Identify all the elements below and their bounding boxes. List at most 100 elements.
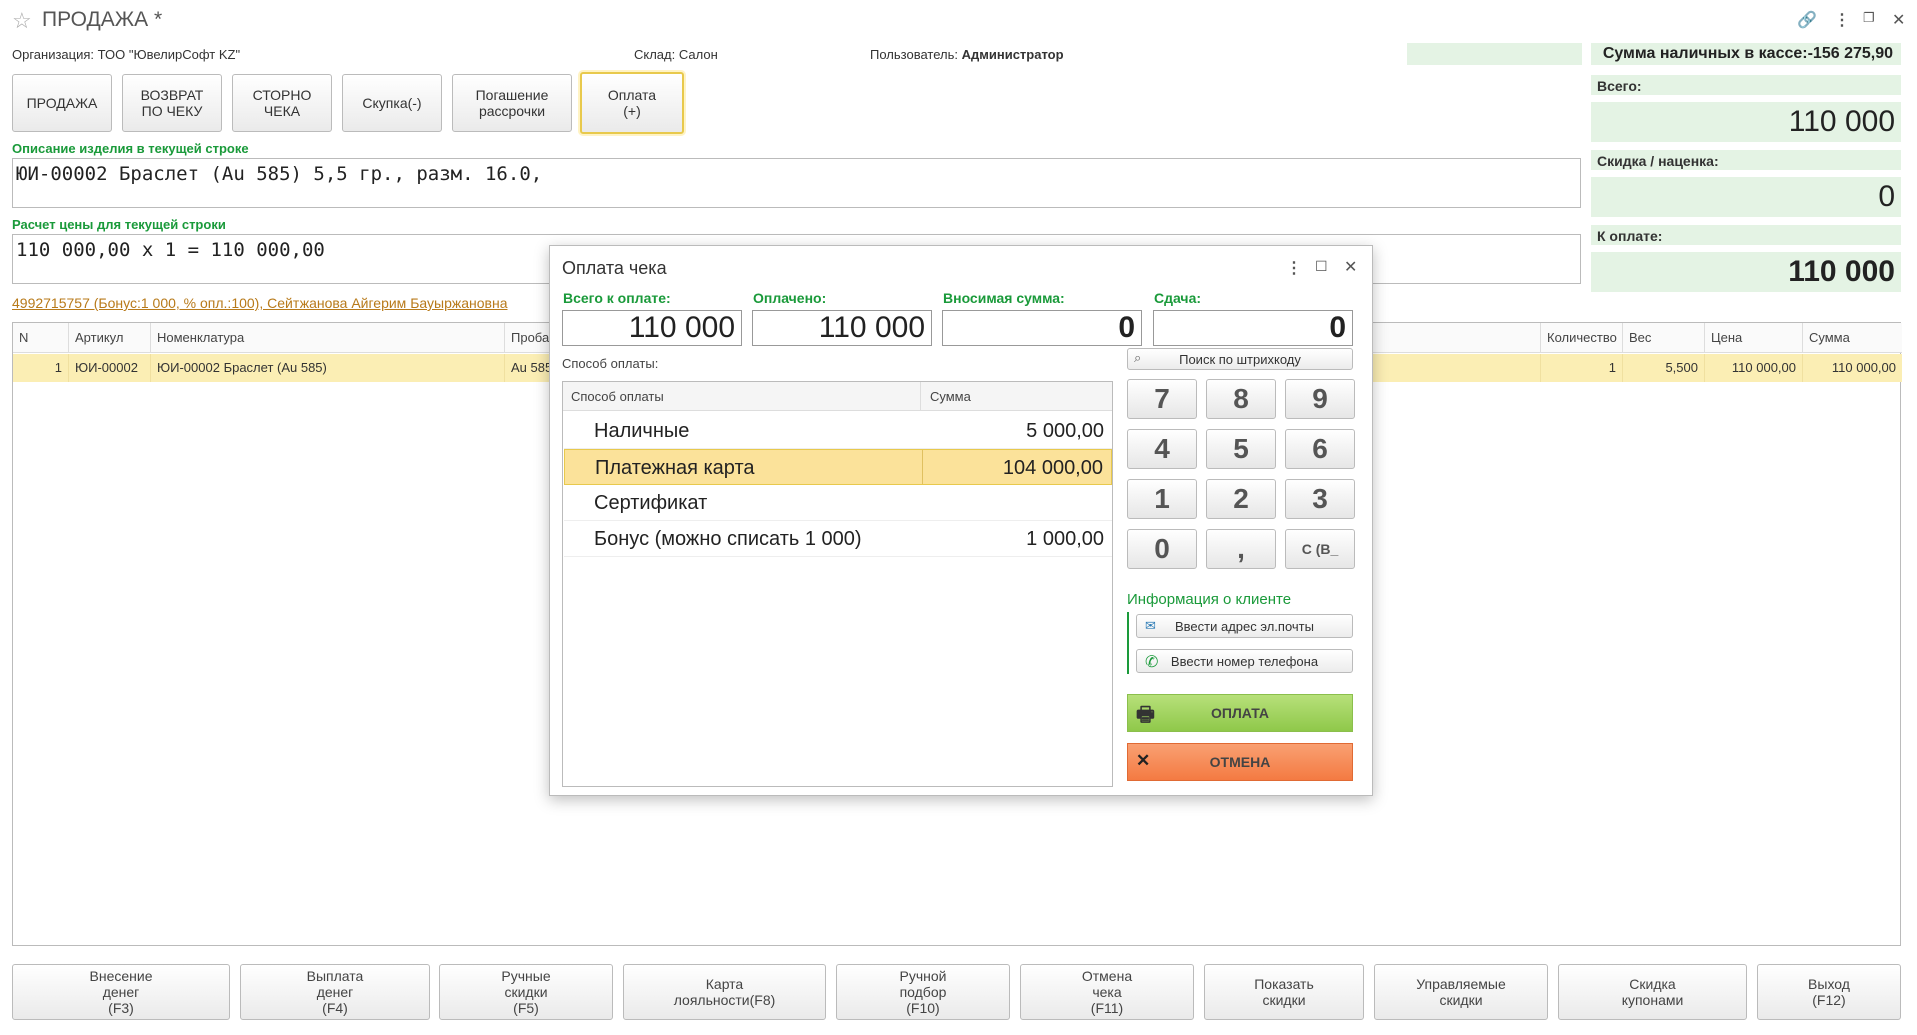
manual-selection-button[interactable]: Ручной подбор (F10) [836, 964, 1010, 1020]
window-title: ПРОДАЖА * [42, 8, 163, 31]
cash-in-register-panel: Сумма наличных в кассе:-156 275,90 [1591, 43, 1901, 65]
dialog-maximize-icon[interactable]: ☐ [1315, 258, 1328, 275]
payment-sum: 5 000,00 [1026, 420, 1104, 442]
cash-register-icon: 🖶 [1136, 704, 1155, 726]
column-header-probe[interactable]: Проба [505, 323, 553, 353]
installment-repayment-button[interactable]: Погашение рассрочки [452, 74, 572, 132]
link-icon[interactable]: 🔗 [1797, 10, 1817, 30]
description-label: Описание изделия в текущей строке [12, 141, 249, 156]
pay-label: ОПЛАТА [1211, 705, 1269, 721]
user-value: Администратор [961, 47, 1064, 62]
sale-button[interactable]: ПРОДАЖА [12, 74, 112, 132]
dialog-more-icon[interactable]: ⋮ [1286, 258, 1302, 278]
key-5[interactable]: 5 [1206, 429, 1276, 469]
column-header-nomenclature[interactable]: Номенклатура [151, 323, 505, 353]
phone-icon: ✆ [1145, 654, 1159, 671]
payment-row-card[interactable]: Платежная карта 104 000,00 [564, 449, 1112, 485]
payment-method-label: Способ оплаты: [562, 356, 659, 371]
discount-value: 0 [1591, 177, 1901, 217]
cash-out-button[interactable]: Выплата денег (F4) [240, 964, 430, 1020]
column-header-sum[interactable]: Сумма [930, 389, 971, 404]
total-to-pay-label: Всего к оплате: [563, 290, 671, 306]
table-cell-article[interactable]: ЮИ-00002 [69, 354, 151, 382]
organization-info: Организация: ТОО "ЮвелирСофт KZ" [12, 47, 241, 62]
table-cell-probe[interactable]: Au 585 [505, 354, 553, 382]
payment-sum: 104 000,00 [1002, 457, 1103, 479]
cancel-button[interactable]: ✕ ОТМЕНА [1127, 743, 1353, 781]
column-header-sum[interactable]: Сумма [1803, 323, 1902, 353]
restore-icon[interactable]: ❐ [1863, 10, 1875, 26]
buyback-button[interactable]: Скупка(-) [342, 74, 442, 132]
input-sum-field[interactable]: 0 [942, 310, 1142, 346]
cash-in-button[interactable]: Внесение денег (F3) [12, 964, 230, 1020]
exit-button[interactable]: Выход (F12) [1757, 964, 1901, 1020]
column-header-method[interactable]: Способ оплаты [571, 389, 664, 404]
table-cell-nomenclature[interactable]: ЮИ-00002 Браслет (Au 585) [151, 354, 505, 382]
description-field[interactable]: ЮИ-00002 Браслет (Au 585) 5,5 гр., разм.… [12, 158, 1581, 208]
table-cell-weight[interactable]: 5,500 [1623, 354, 1705, 382]
payment-dialog: Оплата чека ⋮ ☐ ✕ Всего к оплате: Оплаче… [549, 245, 1373, 796]
topay-label: К оплате: [1597, 228, 1663, 244]
row-divider [922, 450, 923, 484]
column-header-n[interactable]: N [13, 323, 69, 353]
key-comma[interactable]: , [1206, 529, 1276, 569]
table-cell-n[interactable]: 1 [13, 354, 69, 382]
key-1[interactable]: 1 [1127, 479, 1197, 519]
favorite-star-icon[interactable]: ☆ [12, 8, 32, 34]
key-4[interactable]: 4 [1127, 429, 1197, 469]
key-8[interactable]: 8 [1206, 379, 1276, 419]
key-2[interactable]: 2 [1206, 479, 1276, 519]
paid-field: 110 000 [752, 310, 932, 346]
return-by-receipt-button[interactable]: ВОЗВРАТ ПО ЧЕКУ [122, 74, 222, 132]
payment-name: Бонус (можно списать 1 000) [594, 528, 862, 550]
payment-row-bonus[interactable]: Бонус (можно списать 1 000) 1 000,00 [564, 521, 1112, 557]
key-9[interactable]: 9 [1285, 379, 1355, 419]
column-header-quantity[interactable]: Количество [1541, 323, 1623, 353]
column-header-weight[interactable]: Вес [1623, 323, 1705, 353]
column-header-price[interactable]: Цена [1705, 323, 1803, 353]
managed-discounts-button[interactable]: Управляемые скидки [1374, 964, 1548, 1020]
payment-row-certificate[interactable]: Сертификат [564, 485, 1112, 521]
title-bar: ☆ ПРОДАЖА * 🔗 ⋮ ❐ ✕ [0, 0, 1917, 40]
key-6[interactable]: 6 [1285, 429, 1355, 469]
dialog-close-icon[interactable]: ✕ [1344, 257, 1357, 277]
coupon-discount-button[interactable]: Скидка купонами [1558, 964, 1747, 1020]
payment-methods-table[interactable]: Способ оплаты Сумма Наличные 5 000,00 Пл… [562, 381, 1113, 787]
enter-email-label: Ввести адрес эл.почты [1175, 618, 1314, 634]
enter-email-button[interactable]: ✉ Ввести адрес эл.почты [1136, 614, 1353, 638]
table-cell-quantity[interactable]: 1 [1541, 354, 1623, 382]
payment-plus-button[interactable]: Оплата (+) [580, 72, 684, 134]
manual-discounts-button[interactable]: Ручные скидки (F5) [439, 964, 613, 1020]
enter-phone-label: Ввести номер телефона [1170, 653, 1319, 669]
client-info-label: Информация о клиенте [1127, 591, 1292, 608]
barcode-search-button[interactable]: ⌕ Поиск по штрихкоду [1127, 348, 1353, 370]
client-info-bar [1127, 612, 1129, 674]
more-menu-icon[interactable]: ⋮ [1834, 10, 1850, 30]
key-clear[interactable]: C (B_ [1285, 529, 1355, 569]
show-discounts-button[interactable]: Показать скидки [1204, 964, 1364, 1020]
key-7[interactable]: 7 [1127, 379, 1197, 419]
payment-sum: 1 000,00 [1026, 528, 1104, 550]
search-icon: ⌕ [1134, 350, 1142, 365]
loyalty-card-button[interactable]: Карта лояльности(F8) [623, 964, 826, 1020]
discount-label: Скидка / наценка: [1597, 153, 1719, 169]
table-cell-price[interactable]: 110 000,00 [1705, 354, 1803, 382]
payment-name: Наличные [594, 420, 690, 442]
key-0[interactable]: 0 [1127, 529, 1197, 569]
payment-name: Платежная карта [595, 457, 755, 479]
enter-phone-button[interactable]: ✆ Ввести номер телефона [1136, 649, 1353, 673]
total-label: Всего: [1597, 78, 1642, 94]
pay-button[interactable]: 🖶 ОПЛАТА [1127, 694, 1353, 732]
warehouse-value: Салон [678, 47, 718, 62]
storno-receipt-button[interactable]: СТОРНО ЧЕКА [232, 74, 332, 132]
organization-value: ТОО "ЮвелирСофт KZ" [97, 47, 241, 62]
column-header-article[interactable]: Артикул [69, 323, 151, 353]
key-3[interactable]: 3 [1285, 479, 1355, 519]
table-cell-sum[interactable]: 110 000,00 [1803, 354, 1902, 382]
cancel-receipt-button[interactable]: Отмена чека (F11) [1020, 964, 1194, 1020]
client-link[interactable]: 4992715757 (Бонус:1 000, % опл.:100), Се… [12, 295, 508, 311]
close-icon[interactable]: ✕ [1892, 10, 1905, 30]
topay-label-box: К оплате: [1591, 225, 1901, 245]
dialog-title: Оплата чека [562, 258, 667, 278]
payment-row-cash[interactable]: Наличные 5 000,00 [564, 413, 1112, 449]
